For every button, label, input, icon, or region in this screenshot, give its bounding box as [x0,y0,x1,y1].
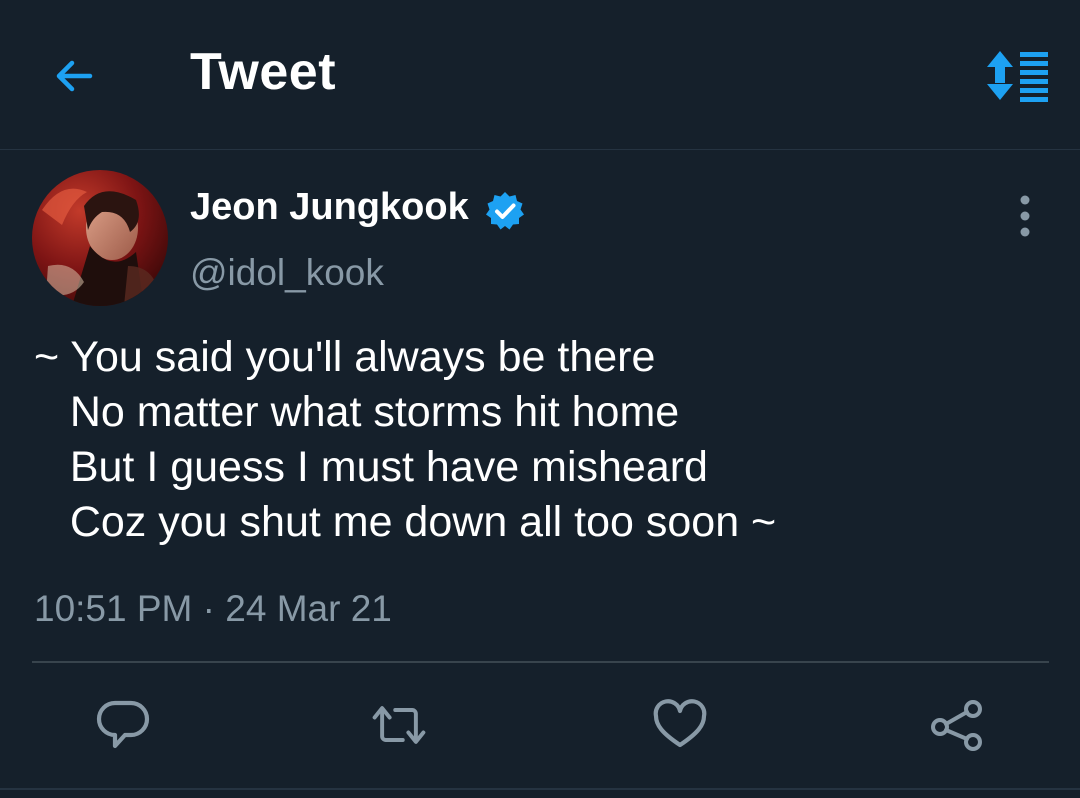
more-vertical-icon [1020,195,1030,237]
sort-timeline-icon [987,51,1048,102]
heart-icon [653,699,707,748]
avatar-image [32,170,168,306]
like-button[interactable] [650,697,710,753]
sort-timeline-button[interactable] [980,46,1052,106]
back-button[interactable] [46,48,102,104]
retweet-button[interactable] [369,697,429,753]
verified-badge-icon [486,192,524,230]
timestamp-separator: · [202,588,215,629]
tweet-date: 24 Mar 21 [225,588,392,629]
tweet-text: ~ You said you'll always be there No mat… [34,333,777,546]
page-title: Tweet [190,43,337,101]
share-button[interactable] [927,697,987,753]
reply-button[interactable] [93,697,153,753]
share-icon [931,700,982,751]
retweet-icon [372,706,426,744]
tweet-time: 10:51 PM [34,588,193,629]
top-app-bar: Tweet [0,0,1080,150]
divider [32,661,1049,663]
tweet-screen: Tweet Jeon Jungkook @idol_kook ~ You sai… [0,0,1080,798]
bottom-divider [0,788,1080,790]
reply-icon [96,700,150,749]
author-handle[interactable]: @idol_kook [190,252,384,294]
back-arrow-icon [56,60,93,92]
more-options-button[interactable] [1005,194,1045,238]
author-name[interactable]: Jeon Jungkook [190,186,469,229]
tweet-timestamp[interactable]: 10:51 PM · 24 Mar 21 [34,588,392,630]
avatar[interactable] [32,170,168,306]
